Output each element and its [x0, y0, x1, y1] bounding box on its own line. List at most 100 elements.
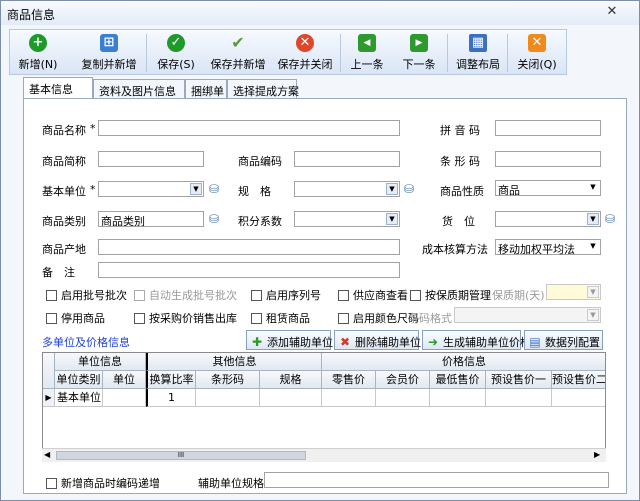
chevron-down-icon[interactable]: ▼ — [587, 286, 599, 298]
auto-increment-code-checkbox[interactable]: 新增商品时编码递增 — [46, 475, 160, 491]
col-header-preset-price-2[interactable]: 预设售价二 — [552, 371, 605, 389]
toolbar-divider — [340, 34, 341, 72]
add-aux-unit-button[interactable]: ✚ 添加辅助单位 — [246, 330, 333, 350]
shelf-location-select[interactable]: ▼ — [495, 211, 601, 227]
retail-price-cell[interactable] — [322, 389, 376, 407]
points-factor-select[interactable]: ▼ — [294, 211, 400, 227]
tab-commission-plan[interactable]: 选择提成方案 — [227, 79, 299, 99]
checkbox-box[interactable] — [46, 290, 57, 301]
pinyin-input[interactable] — [495, 120, 601, 136]
shelf-life-select[interactable]: ▼ — [546, 284, 601, 300]
chevron-down-icon[interactable]: ▼ — [386, 183, 398, 195]
multi-unit-price-link[interactable]: 多单位及价格信息 — [42, 334, 130, 350]
shelf-life-manage-checkbox[interactable]: 按保质期管理 — [410, 287, 491, 303]
chevron-down-icon[interactable]: ▼ — [587, 182, 599, 194]
origin-input[interactable] — [98, 239, 400, 255]
checkbox-box[interactable] — [46, 313, 57, 324]
checkbox-box[interactable] — [410, 290, 421, 301]
tab-bundle[interactable]: 捆绑单 — [185, 79, 227, 99]
barcode-format-select[interactable]: ▼ — [454, 307, 601, 323]
column-config-button[interactable]: ▤ 数据列配置 — [524, 330, 603, 350]
col-header-unit[interactable]: 单位 — [103, 371, 146, 389]
checkbox-box[interactable] — [46, 478, 57, 489]
chevron-down-icon[interactable]: ▼ — [587, 241, 599, 253]
product-nature-select[interactable]: 商品 ▼ — [495, 180, 601, 197]
close-button[interactable]: ✕ 关闭(Q) — [514, 32, 560, 74]
database-icon[interactable]: ⛁ — [209, 213, 223, 225]
database-icon[interactable]: ⛁ — [404, 183, 418, 195]
generate-aux-price-button[interactable]: ➜ 生成辅助单位价格 — [422, 330, 531, 350]
checkbox-box[interactable] — [251, 313, 262, 324]
new-button[interactable]: + 新增(N) — [14, 32, 62, 74]
remark-input[interactable] — [98, 262, 400, 278]
enable-serial-checkbox[interactable]: 启用序列号 — [251, 287, 321, 303]
barcode-input[interactable] — [495, 151, 601, 167]
add-icon: + — [29, 34, 47, 52]
base-unit-select[interactable]: ▼ — [98, 181, 204, 197]
scrollbar-thumb[interactable]: III — [56, 451, 306, 460]
arrow-left-icon: ◀ — [358, 34, 376, 52]
col-header-min-price[interactable]: 最低售价 — [430, 371, 486, 389]
short-name-input[interactable] — [98, 151, 204, 167]
col-header-unit-category[interactable]: 单位类别 — [55, 371, 103, 389]
scroll-right-icon[interactable]: ▶ — [594, 450, 600, 459]
col-header-member-price[interactable]: 会员价 — [376, 371, 430, 389]
ratio-cell[interactable]: 1 — [146, 389, 196, 407]
copy-new-button[interactable]: ⊞ 复制并新增 — [76, 32, 142, 74]
product-name-input[interactable] — [98, 120, 400, 136]
barcode-cell[interactable] — [196, 389, 260, 407]
category-input[interactable]: 商品类别 — [98, 211, 204, 227]
checkbox-box[interactable] — [338, 290, 349, 301]
checkbox-box[interactable] — [134, 313, 145, 324]
purchase-price-sale-checkbox[interactable]: 按采购价销售出库 — [134, 310, 237, 326]
prev-button[interactable]: ◀ 上一条 — [346, 32, 388, 74]
rental-checkbox[interactable]: 租赁商品 — [251, 310, 310, 326]
member-price-cell[interactable] — [376, 389, 430, 407]
col-header-spec[interactable]: 规格 — [260, 371, 322, 389]
database-icon[interactable]: ⛁ — [209, 183, 223, 195]
delete-aux-unit-button[interactable]: ✖ 删除辅助单位 — [334, 330, 421, 350]
product-code-input[interactable] — [294, 151, 400, 167]
delete-icon: ✖ — [339, 335, 351, 349]
min-price-cell[interactable] — [430, 389, 486, 407]
auto-batch-checkbox[interactable]: 自动生成批号批次 — [134, 287, 237, 303]
cost-method-select[interactable]: 移动加权平均法 ▼ — [495, 239, 601, 256]
checkbox-box[interactable] — [338, 313, 349, 324]
col-header-preset-price-1[interactable]: 预设售价一 — [486, 371, 552, 389]
save-button[interactable]: ✓ 保存(S) — [151, 32, 201, 74]
tab-materials-images[interactable]: 资料及图片信息 — [93, 79, 185, 99]
save-close-button[interactable]: ✕ 保存并关闭 — [274, 32, 336, 74]
save-icon: ✓ — [167, 34, 185, 52]
database-icon[interactable]: ⛁ — [605, 213, 619, 225]
chevron-down-icon[interactable]: ▼ — [587, 309, 599, 321]
chevron-down-icon[interactable]: ▼ — [386, 213, 398, 225]
unit-cell[interactable] — [103, 389, 146, 407]
scroll-left-icon[interactable]: ◀ — [44, 450, 50, 459]
preset-price-2-cell[interactable] — [552, 389, 605, 407]
col-header-barcode[interactable]: 条形码 — [196, 371, 260, 389]
tab-basic-info[interactable]: 基本信息 — [23, 77, 93, 99]
horizontal-scrollbar[interactable]: ◀ III ▶ — [42, 448, 606, 462]
next-button[interactable]: ▶ 下一条 — [398, 32, 440, 74]
col-header-ratio[interactable]: 换算比率 — [146, 371, 196, 389]
supplier-view-checkbox[interactable]: 供应商查看 — [338, 287, 408, 303]
preset-price-1-cell[interactable] — [486, 389, 552, 407]
spec-cell[interactable] — [260, 389, 322, 407]
color-size-checkbox[interactable]: 启用颜色尺码 — [338, 310, 419, 326]
layout-button[interactable]: ▦ 调整布局 — [453, 32, 503, 74]
checkbox-box[interactable] — [134, 290, 145, 301]
chevron-down-icon[interactable]: ▼ — [190, 183, 202, 195]
col-header-retail-price[interactable]: 零售价 — [322, 371, 376, 389]
chevron-down-icon[interactable]: ▼ — [587, 213, 599, 225]
enable-batch-checkbox[interactable]: 启用批号批次 — [46, 287, 127, 303]
save-new-button[interactable]: ✔ 保存并新增 — [207, 32, 269, 74]
toolbar-divider — [507, 34, 508, 72]
table-row[interactable]: 基本单位 — [55, 389, 103, 407]
discontinued-checkbox[interactable]: 停用商品 — [46, 310, 105, 326]
product-code-label: 商品编码 — [238, 155, 282, 168]
toolbar-divider — [146, 34, 147, 72]
aux-unit-spec-input[interactable] — [264, 472, 609, 488]
checkbox-box[interactable] — [251, 290, 262, 301]
window-close-icon[interactable]: ✕ — [601, 4, 623, 20]
spec-select[interactable]: ▼ — [294, 181, 400, 197]
